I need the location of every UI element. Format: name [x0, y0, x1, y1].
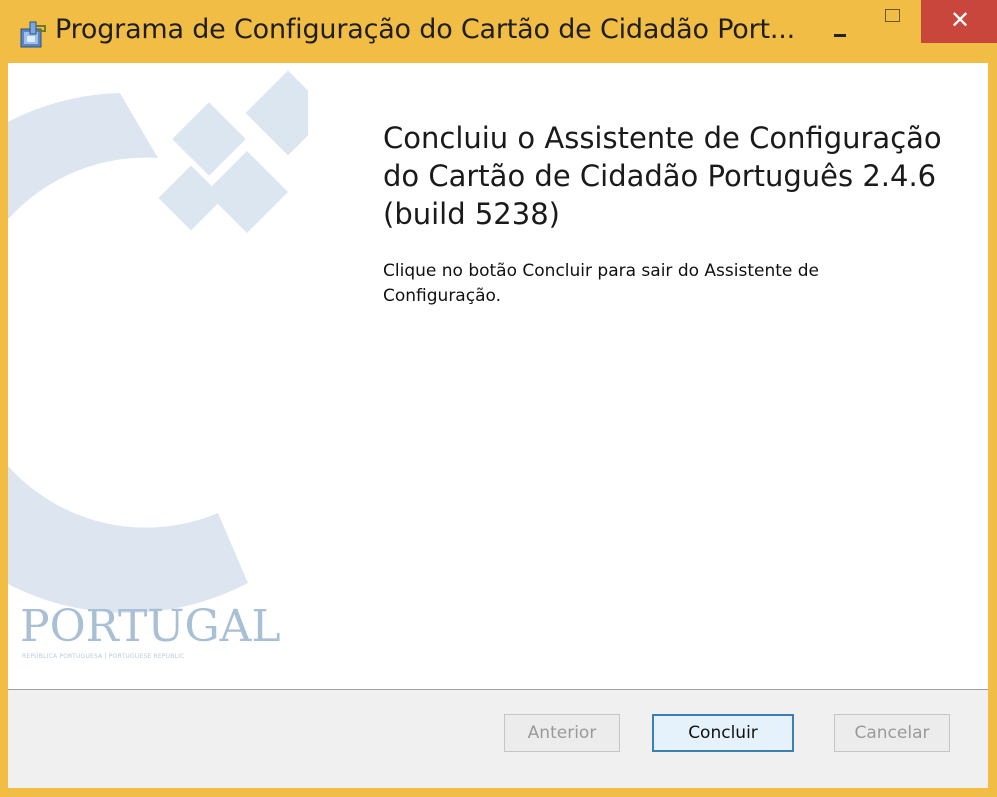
- installer-window: Programa de Configuração do Cartão de Ci…: [0, 0, 997, 797]
- portugal-logo: PORTUGAL: [20, 601, 281, 652]
- installer-icon: [20, 21, 46, 48]
- cancel-button[interactable]: Cancelar: [834, 714, 950, 752]
- minimize-icon: [834, 34, 846, 37]
- minimize-button[interactable]: [816, 0, 866, 42]
- maximize-icon: [885, 9, 900, 22]
- wizard-client-area: PORTUGAL REPÚBLICA PORTUGUESA | PORTUGUE…: [8, 63, 988, 788]
- back-button[interactable]: Anterior: [504, 714, 620, 752]
- completion-description: Clique no botão Concluir para sair do As…: [383, 261, 820, 306]
- maximize-button[interactable]: [868, 0, 918, 42]
- window-title: Programa de Configuração do Cartão de Ci…: [55, 14, 796, 45]
- finish-button[interactable]: Concluir: [652, 714, 794, 752]
- completion-heading: Concluiu o Assistente de Configuração do…: [383, 121, 942, 231]
- close-icon: ✕: [949, 6, 971, 34]
- citizen-card-logo-graphic: [8, 70, 308, 613]
- button-bar: Anterior Concluir Cancelar: [8, 690, 988, 788]
- portugal-logo-subtitle: REPÚBLICA PORTUGUESA | PORTUGUESE REPUBL…: [22, 653, 185, 660]
- title-bar[interactable]: Programa de Configuração do Cartão de Ci…: [0, 0, 997, 63]
- close-button[interactable]: ✕: [921, 0, 997, 43]
